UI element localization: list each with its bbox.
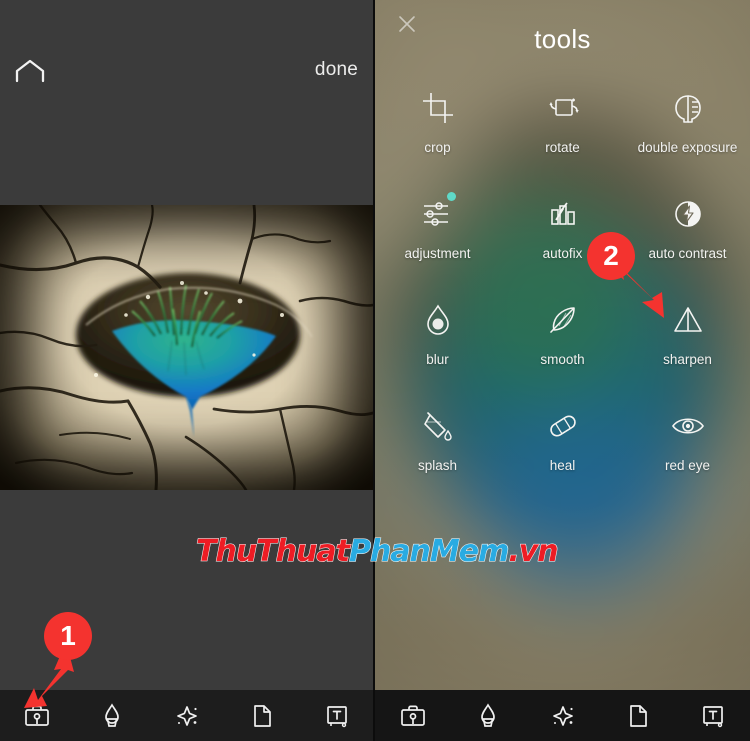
rotate-icon	[545, 86, 581, 130]
tool-adjustment[interactable]: adjustment	[375, 184, 500, 290]
app-screenshot: done tools crop rotate double exposure a…	[0, 0, 750, 741]
watermark-part-3: .vn	[508, 534, 559, 570]
splash-bucket-icon	[421, 404, 455, 448]
edited-photo[interactable]	[0, 205, 373, 490]
tool-label: double exposure	[637, 140, 738, 155]
nav-text[interactable]	[299, 703, 374, 729]
editor-top-bar: done	[0, 0, 374, 205]
adjustment-sliders-icon	[421, 192, 456, 236]
tool-label: autofix	[542, 246, 583, 261]
bottom-nav-right	[375, 690, 750, 741]
watermark-part-1: ThuThuat	[196, 534, 351, 570]
nav-brush[interactable]	[75, 702, 150, 729]
nav-tools[interactable]	[375, 704, 450, 728]
auto-contrast-icon	[672, 192, 704, 236]
tools-header: tools	[375, 0, 750, 78]
tools-panel: tools crop rotate double exposure adjust…	[375, 0, 750, 741]
tool-label: adjustment	[404, 246, 471, 261]
tools-row: crop rotate double exposure	[375, 78, 750, 184]
crop-icon	[421, 86, 455, 130]
photo-artwork	[0, 205, 373, 490]
tool-label: red eye	[664, 458, 711, 473]
tools-grid: crop rotate double exposure adjustment a…	[375, 78, 750, 502]
tool-blur[interactable]: blur	[375, 290, 500, 396]
nav-text[interactable]	[675, 703, 750, 729]
tool-label: rotate	[545, 140, 580, 155]
smooth-feather-icon	[546, 298, 580, 342]
watermark: ThuThuatPhanMem.vn	[196, 534, 560, 570]
tools-panel-title: tools	[534, 24, 591, 54]
nav-effects[interactable]	[525, 703, 600, 729]
nav-frames[interactable]	[224, 703, 299, 729]
tool-red-eye[interactable]: red eye	[625, 396, 750, 502]
nav-effects[interactable]	[150, 703, 225, 729]
tool-label: sharpen	[663, 352, 712, 367]
red-eye-icon	[670, 404, 706, 448]
watermark-part-2: PhanMem	[348, 534, 509, 570]
tool-label: blur	[426, 352, 449, 367]
tool-rotate[interactable]: rotate	[500, 78, 625, 184]
annotation-marker-2: 2	[587, 232, 635, 280]
panel-divider	[373, 0, 375, 741]
tools-row: blur smooth sharpen	[375, 290, 750, 396]
tool-splash[interactable]: splash	[375, 396, 500, 502]
tools-row: splash heal red eye	[375, 396, 750, 502]
home-icon[interactable]	[13, 57, 47, 87]
tool-label: splash	[417, 458, 458, 473]
nav-brush[interactable]	[450, 702, 525, 729]
nav-frames[interactable]	[600, 703, 675, 729]
tool-crop[interactable]: crop	[375, 78, 500, 184]
tools-row: adjustment autofix auto contrast	[375, 184, 750, 290]
adjustment-badge-dot	[446, 192, 456, 201]
heal-bandage-icon	[545, 404, 581, 448]
annotation-marker-1: 1	[44, 612, 92, 660]
double-exposure-icon	[671, 86, 705, 130]
tool-label: smooth	[540, 352, 585, 367]
autofix-bars-icon	[547, 192, 579, 236]
tool-double-exposure[interactable]: double exposure	[625, 78, 750, 184]
tool-heal[interactable]: heal	[500, 396, 625, 502]
tool-label: heal	[549, 458, 576, 473]
tool-label: crop	[424, 140, 451, 155]
done-button[interactable]: done	[315, 59, 358, 81]
blur-droplet-icon	[423, 298, 453, 342]
